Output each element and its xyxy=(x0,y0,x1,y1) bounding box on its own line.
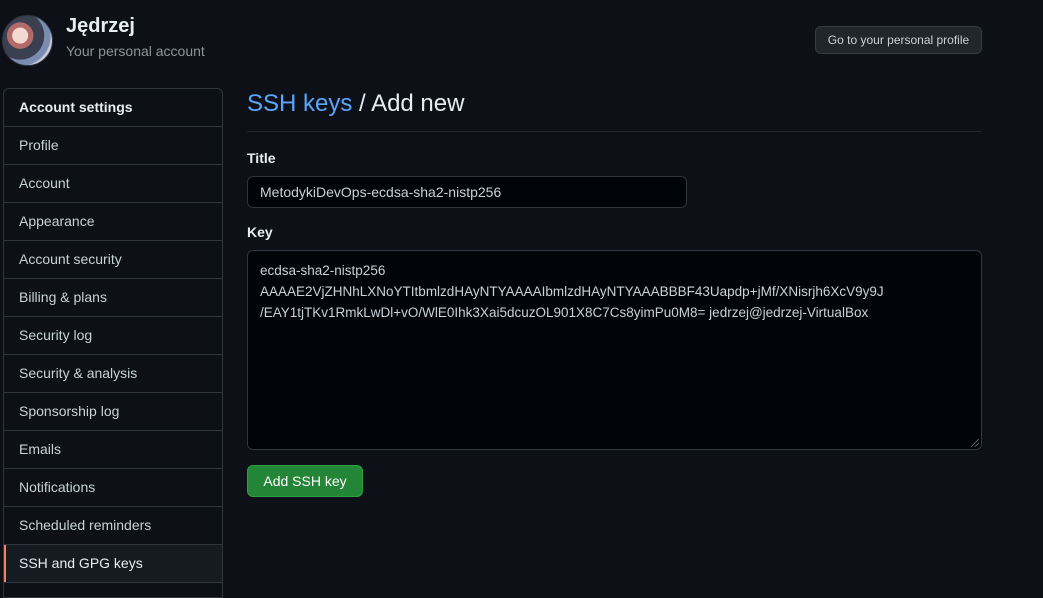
add-ssh-key-button[interactable]: Add SSH key xyxy=(247,465,363,497)
sidebar-item-profile[interactable]: Profile xyxy=(4,127,222,165)
sidebar-item-notifications[interactable]: Notifications xyxy=(4,469,222,507)
sidebar-item-billing[interactable]: Billing & plans xyxy=(4,279,222,317)
key-line: /EAY1tjTKv1RmkLwDl+vO/WlE0Ihk3Xai5dcuzOL… xyxy=(260,305,869,320)
key-line: ecdsa-sha2-nistp256 xyxy=(260,263,386,278)
title-divider xyxy=(247,131,982,132)
avatar[interactable] xyxy=(2,15,53,66)
breadcrumb-ssh-keys-link[interactable]: SSH keys xyxy=(247,90,352,117)
sidebar-heading: Account settings xyxy=(4,89,222,127)
sidebar-item-sponsorship-log[interactable]: Sponsorship log xyxy=(4,393,222,431)
resize-grip-icon[interactable] xyxy=(971,439,979,447)
breadcrumb-separator: / xyxy=(352,90,372,117)
key-textarea[interactable]: ecdsa-sha2-nistp256 AAAAE2VjZHNhLXNoYTIt… xyxy=(247,250,982,450)
key-label: Key xyxy=(247,224,273,240)
sidebar-item-account-security[interactable]: Account security xyxy=(4,241,222,279)
sidebar-item-scheduled-reminders[interactable]: Scheduled reminders xyxy=(4,507,222,545)
title-input[interactable]: MetodykiDevOps-ecdsa-sha2-nistp256 xyxy=(247,176,687,208)
title-label: Title xyxy=(247,150,276,166)
sidebar-item-security-analysis[interactable]: Security & analysis xyxy=(4,355,222,393)
sidebar-item-account[interactable]: Account xyxy=(4,165,222,203)
page-title: SSH keys / Add new xyxy=(247,90,464,118)
sidebar-item-security-log[interactable]: Security log xyxy=(4,317,222,355)
account-subtitle: Your personal account xyxy=(66,43,205,59)
go-to-profile-button[interactable]: Go to your personal profile xyxy=(815,26,982,54)
sidebar-item-emails[interactable]: Emails xyxy=(4,431,222,469)
key-line: AAAAE2VjZHNhLXNoYTItbmlzdHAyNTYAAAAIbmlz… xyxy=(260,284,884,299)
sidebar-item-ssh-gpg-keys[interactable]: SSH and GPG keys xyxy=(4,545,222,583)
account-username: Jędrzej xyxy=(66,15,135,37)
settings-sidebar: Account settings Profile Account Appeara… xyxy=(3,88,223,598)
breadcrumb-current: Add new xyxy=(371,90,465,117)
sidebar-item-appearance[interactable]: Appearance xyxy=(4,203,222,241)
